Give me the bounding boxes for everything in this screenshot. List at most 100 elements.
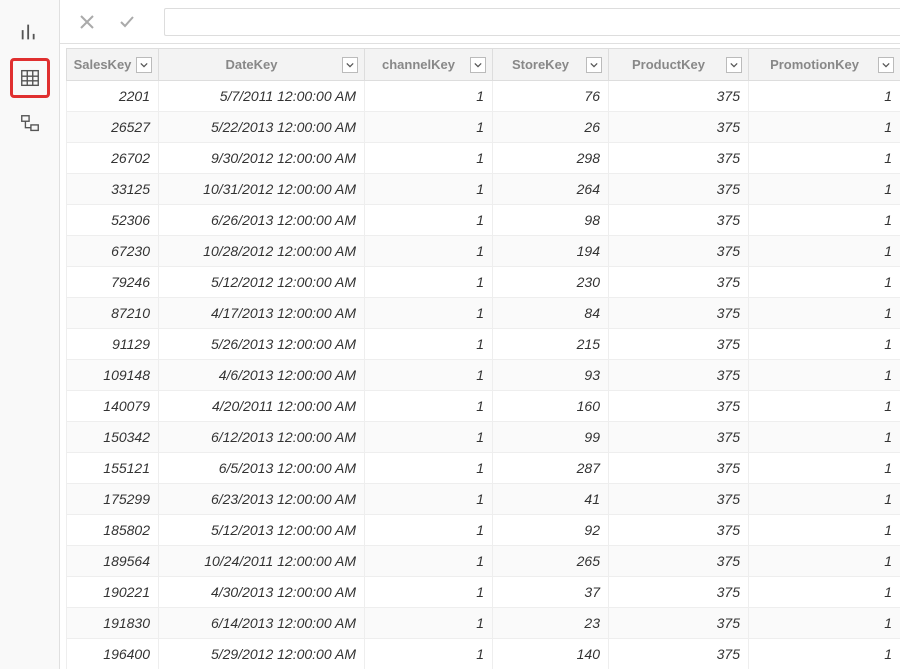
cell-channelKey[interactable]: 1 — [365, 236, 493, 267]
cell-PromotionKey[interactable]: 1 — [749, 639, 900, 669]
cell-ProductKey[interactable]: 375 — [609, 546, 749, 577]
cell-StoreKey[interactable]: 230 — [493, 267, 609, 298]
table-row[interactable]: 265275/22/2013 12:00:00 AM1263751 — [67, 112, 900, 143]
cell-SalesKey[interactable]: 109148 — [67, 360, 159, 391]
cell-channelKey[interactable]: 1 — [365, 639, 493, 669]
cell-ProductKey[interactable]: 375 — [609, 174, 749, 205]
cell-DateKey[interactable]: 5/12/2013 12:00:00 AM — [159, 515, 365, 546]
column-header-channelKey[interactable]: channelKey — [365, 49, 493, 81]
cell-SalesKey[interactable]: 155121 — [67, 453, 159, 484]
filter-dropdown-button[interactable] — [586, 57, 602, 73]
filter-dropdown-button[interactable] — [726, 57, 742, 73]
cell-SalesKey[interactable]: 185802 — [67, 515, 159, 546]
cell-ProductKey[interactable]: 375 — [609, 81, 749, 112]
table-row[interactable]: 1858025/12/2013 12:00:00 AM1923751 — [67, 515, 900, 546]
cell-ProductKey[interactable]: 375 — [609, 639, 749, 669]
cell-PromotionKey[interactable]: 1 — [749, 329, 900, 360]
cell-ProductKey[interactable]: 375 — [609, 391, 749, 422]
commit-button[interactable] — [110, 5, 144, 39]
cell-SalesKey[interactable]: 191830 — [67, 608, 159, 639]
cell-SalesKey[interactable]: 190221 — [67, 577, 159, 608]
cell-ProductKey[interactable]: 375 — [609, 608, 749, 639]
formula-bar[interactable] — [164, 8, 900, 36]
cell-DateKey[interactable]: 4/30/2013 12:00:00 AM — [159, 577, 365, 608]
cell-channelKey[interactable]: 1 — [365, 484, 493, 515]
table-row[interactable]: 1503426/12/2013 12:00:00 AM1993751 — [67, 422, 900, 453]
cell-channelKey[interactable]: 1 — [365, 298, 493, 329]
filter-dropdown-button[interactable] — [878, 57, 894, 73]
table-row[interactable]: 911295/26/2013 12:00:00 AM12153751 — [67, 329, 900, 360]
cell-PromotionKey[interactable]: 1 — [749, 577, 900, 608]
cell-DateKey[interactable]: 9/30/2012 12:00:00 AM — [159, 143, 365, 174]
cell-PromotionKey[interactable]: 1 — [749, 143, 900, 174]
cell-StoreKey[interactable]: 84 — [493, 298, 609, 329]
cell-SalesKey[interactable]: 175299 — [67, 484, 159, 515]
cell-DateKey[interactable]: 4/17/2013 12:00:00 AM — [159, 298, 365, 329]
cell-DateKey[interactable]: 6/14/2013 12:00:00 AM — [159, 608, 365, 639]
cell-DateKey[interactable]: 6/26/2013 12:00:00 AM — [159, 205, 365, 236]
table-row[interactable]: 1918306/14/2013 12:00:00 AM1233751 — [67, 608, 900, 639]
cell-ProductKey[interactable]: 375 — [609, 236, 749, 267]
data-view-button[interactable] — [10, 58, 50, 98]
cell-SalesKey[interactable]: 33125 — [67, 174, 159, 205]
column-header-DateKey[interactable]: DateKey — [159, 49, 365, 81]
cell-PromotionKey[interactable]: 1 — [749, 360, 900, 391]
cell-SalesKey[interactable]: 140079 — [67, 391, 159, 422]
cell-DateKey[interactable]: 5/12/2012 12:00:00 AM — [159, 267, 365, 298]
cell-channelKey[interactable]: 1 — [365, 608, 493, 639]
cell-StoreKey[interactable]: 98 — [493, 205, 609, 236]
cell-StoreKey[interactable]: 287 — [493, 453, 609, 484]
cell-ProductKey[interactable]: 375 — [609, 453, 749, 484]
cell-ProductKey[interactable]: 375 — [609, 360, 749, 391]
cell-DateKey[interactable]: 5/22/2013 12:00:00 AM — [159, 112, 365, 143]
cell-channelKey[interactable]: 1 — [365, 329, 493, 360]
cell-DateKey[interactable]: 10/28/2012 12:00:00 AM — [159, 236, 365, 267]
cell-StoreKey[interactable]: 298 — [493, 143, 609, 174]
cell-DateKey[interactable]: 10/31/2012 12:00:00 AM — [159, 174, 365, 205]
report-view-button[interactable] — [10, 12, 50, 52]
table-row[interactable]: 267029/30/2012 12:00:00 AM12983751 — [67, 143, 900, 174]
cell-PromotionKey[interactable]: 1 — [749, 267, 900, 298]
cell-StoreKey[interactable]: 92 — [493, 515, 609, 546]
table-row[interactable]: 3312510/31/2012 12:00:00 AM12643751 — [67, 174, 900, 205]
cell-StoreKey[interactable]: 194 — [493, 236, 609, 267]
cell-PromotionKey[interactable]: 1 — [749, 174, 900, 205]
table-row[interactable]: 1964005/29/2012 12:00:00 AM11403751 — [67, 639, 900, 669]
cell-channelKey[interactable]: 1 — [365, 81, 493, 112]
cell-channelKey[interactable]: 1 — [365, 577, 493, 608]
column-header-StoreKey[interactable]: StoreKey — [493, 49, 609, 81]
cell-StoreKey[interactable]: 76 — [493, 81, 609, 112]
cell-StoreKey[interactable]: 265 — [493, 546, 609, 577]
cell-DateKey[interactable]: 6/5/2013 12:00:00 AM — [159, 453, 365, 484]
cell-PromotionKey[interactable]: 1 — [749, 608, 900, 639]
cell-DateKey[interactable]: 6/12/2013 12:00:00 AM — [159, 422, 365, 453]
filter-dropdown-button[interactable] — [136, 57, 152, 73]
filter-dropdown-button[interactable] — [470, 57, 486, 73]
cell-PromotionKey[interactable]: 1 — [749, 546, 900, 577]
model-view-button[interactable] — [10, 104, 50, 144]
cell-SalesKey[interactable]: 26702 — [67, 143, 159, 174]
cell-StoreKey[interactable]: 99 — [493, 422, 609, 453]
cell-PromotionKey[interactable]: 1 — [749, 112, 900, 143]
cell-DateKey[interactable]: 4/6/2013 12:00:00 AM — [159, 360, 365, 391]
column-header-ProductKey[interactable]: ProductKey — [609, 49, 749, 81]
table-row[interactable]: 872104/17/2013 12:00:00 AM1843751 — [67, 298, 900, 329]
cell-SalesKey[interactable]: 189564 — [67, 546, 159, 577]
cell-SalesKey[interactable]: 52306 — [67, 205, 159, 236]
cell-ProductKey[interactable]: 375 — [609, 484, 749, 515]
table-row[interactable]: 1091484/6/2013 12:00:00 AM1933751 — [67, 360, 900, 391]
table-row[interactable]: 6723010/28/2012 12:00:00 AM11943751 — [67, 236, 900, 267]
cell-channelKey[interactable]: 1 — [365, 360, 493, 391]
cell-StoreKey[interactable]: 93 — [493, 360, 609, 391]
cell-channelKey[interactable]: 1 — [365, 422, 493, 453]
cancel-button[interactable] — [70, 5, 104, 39]
cell-ProductKey[interactable]: 375 — [609, 422, 749, 453]
cell-StoreKey[interactable]: 23 — [493, 608, 609, 639]
table-row[interactable]: 1400794/20/2011 12:00:00 AM11603751 — [67, 391, 900, 422]
cell-ProductKey[interactable]: 375 — [609, 112, 749, 143]
cell-PromotionKey[interactable]: 1 — [749, 205, 900, 236]
cell-StoreKey[interactable]: 41 — [493, 484, 609, 515]
cell-PromotionKey[interactable]: 1 — [749, 236, 900, 267]
cell-SalesKey[interactable]: 26527 — [67, 112, 159, 143]
cell-DateKey[interactable]: 4/20/2011 12:00:00 AM — [159, 391, 365, 422]
